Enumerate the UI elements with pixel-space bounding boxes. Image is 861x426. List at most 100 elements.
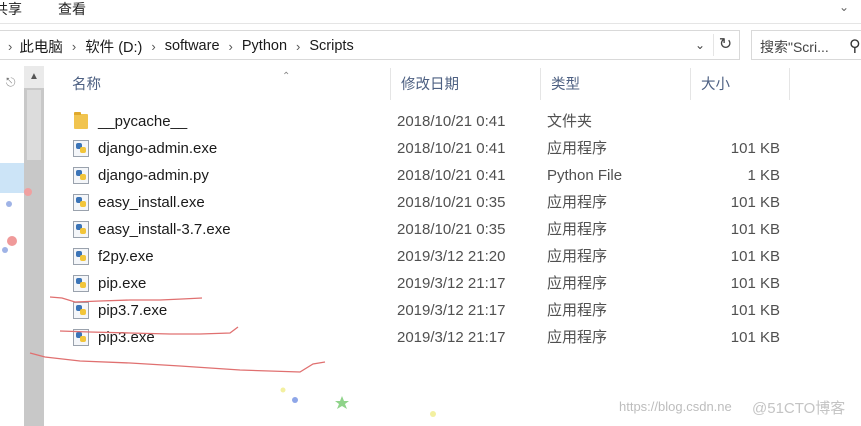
dot-mark xyxy=(430,411,436,417)
search-input[interactable]: 搜索"Scri... xyxy=(760,37,829,57)
breadcrumb-scripts[interactable]: Scripts xyxy=(309,38,353,54)
python-file-icon xyxy=(73,167,89,184)
python-file-icon xyxy=(73,248,89,265)
python-file-icon xyxy=(73,140,89,157)
file-type: 文件夹 xyxy=(547,113,593,130)
column-header-date[interactable]: 修改日期 xyxy=(390,68,540,100)
file-modified-date: 2019/3/12 21:17 xyxy=(397,275,506,292)
nav-selected-item[interactable] xyxy=(0,163,24,193)
file-row[interactable]: pip.exe 2019/3/12 21:17 应用程序 101 KB xyxy=(62,270,792,297)
navigation-pane: ⎋ xyxy=(0,66,24,426)
file-size: 101 KB xyxy=(730,194,780,211)
file-type: 应用程序 xyxy=(547,275,608,292)
star-mark xyxy=(335,396,349,409)
dot-mark xyxy=(280,387,286,393)
python-file-icon xyxy=(73,275,89,292)
file-name: pip.exe xyxy=(98,275,147,292)
file-row[interactable]: f2py.exe 2019/3/12 21:20 应用程序 101 KB xyxy=(62,243,792,270)
folder-icon xyxy=(72,108,90,135)
refresh-icon[interactable]: ↻ xyxy=(713,34,737,56)
folder-icon xyxy=(74,112,88,129)
file-size: 101 KB xyxy=(730,275,780,292)
column-header-type[interactable]: 类型 xyxy=(540,68,690,100)
python-file-icon xyxy=(73,221,89,238)
chevron-down-icon[interactable]: ⌄ xyxy=(839,0,849,14)
file-list: __pycache__ 2018/10/21 0:41 文件夹 django-admi… xyxy=(62,108,792,351)
file-size: 1 KB xyxy=(747,167,780,184)
chevron-right-icon[interactable]: › xyxy=(296,39,300,54)
scrollbar-thumb[interactable] xyxy=(27,90,41,160)
search-box[interactable]: 搜索"Scri... ⚲ xyxy=(751,30,861,60)
file-modified-date: 2018/10/21 0:41 xyxy=(397,140,506,157)
python-file-icon xyxy=(73,329,89,346)
sort-ascending-icon: ⌃ xyxy=(282,71,291,82)
file-type: 应用程序 xyxy=(547,194,608,211)
python-file-icon xyxy=(72,189,90,216)
file-name: django-admin.exe xyxy=(98,140,218,157)
breadcrumb-this-pc[interactable]: 此电脑 xyxy=(19,36,63,57)
chevron-right-icon[interactable]: › xyxy=(151,39,155,54)
watermark-url: https://blog.csdn.ne xyxy=(619,399,732,414)
python-file-icon xyxy=(72,162,90,189)
file-modified-date: 2018/10/21 0:35 xyxy=(397,221,506,238)
file-size: 101 KB xyxy=(730,329,780,346)
file-row[interactable]: easy_install.exe 2018/10/21 0:35 应用程序 101 K… xyxy=(62,189,792,216)
file-name: pip3.exe xyxy=(98,329,155,346)
file-modified-date: 2019/3/12 21:17 xyxy=(397,329,506,346)
chevron-right-icon[interactable]: › xyxy=(229,39,233,54)
address-history-chevron-icon[interactable]: ⌄ xyxy=(690,35,710,55)
python-file-icon xyxy=(72,135,90,162)
search-icon[interactable]: ⚲ xyxy=(849,36,861,56)
file-size: 101 KB xyxy=(730,248,780,265)
file-size: 101 KB xyxy=(730,302,780,319)
file-type: 应用程序 xyxy=(547,140,608,157)
address-bar[interactable]: › 此电脑 › 软件 (D:) › software › Python › Sc… xyxy=(0,30,740,60)
file-name: f2py.exe xyxy=(98,248,154,265)
file-name: pip3.7.exe xyxy=(98,302,168,319)
ribbon-tabs: 共享 查看 ⌄ xyxy=(0,0,861,24)
file-size xyxy=(690,108,780,135)
chevron-right-icon[interactable]: › xyxy=(8,39,12,54)
python-file-icon xyxy=(73,194,89,211)
file-row[interactable]: django-admin.exe 2018/10/21 0:41 应用程序 101 K… xyxy=(62,135,792,162)
file-name: easy_install-3.7.exe xyxy=(98,221,231,238)
file-modified-date: 2018/10/21 0:35 xyxy=(397,194,506,211)
dot-mark xyxy=(292,397,298,403)
file-name: __pycache__ xyxy=(98,113,188,130)
watermark-logo: @51CTO博客 xyxy=(752,400,846,417)
python-file-icon xyxy=(72,324,90,351)
file-type: 应用程序 xyxy=(547,221,608,238)
scroll-up-icon[interactable]: ▲ xyxy=(24,66,44,88)
file-type: 应用程序 xyxy=(547,248,608,265)
address-row: › 此电脑 › 软件 (D:) › software › Python › Sc… xyxy=(0,30,861,60)
python-file-icon xyxy=(72,297,90,324)
file-row[interactable]: pip3.exe 2019/3/12 21:17 应用程序 101 KB xyxy=(62,324,792,351)
breadcrumb-python[interactable]: Python xyxy=(242,38,287,54)
file-name: easy_install.exe xyxy=(98,194,205,211)
breadcrumb-drive-d[interactable]: 软件 (D:) xyxy=(85,36,142,57)
column-header-size[interactable]: 大小 xyxy=(690,68,790,100)
file-type: 应用程序 xyxy=(547,302,608,319)
column-header-row: 名称 ⌃ 修改日期 类型 大小 xyxy=(62,68,792,100)
file-size: 101 KB xyxy=(730,140,780,157)
file-type: 应用程序 xyxy=(547,329,608,346)
file-modified-date: 2018/10/21 0:41 xyxy=(397,113,506,130)
file-modified-date: 2018/10/21 0:41 xyxy=(397,167,506,184)
navigation-scrollbar[interactable]: ▲ xyxy=(24,66,44,426)
breadcrumb-software[interactable]: software xyxy=(165,38,220,54)
tab-view[interactable]: 查看 xyxy=(58,0,86,18)
file-type: Python File xyxy=(547,167,623,184)
chevron-right-icon[interactable]: › xyxy=(72,39,76,54)
column-header-name-label: 名称 xyxy=(72,77,101,93)
column-header-name[interactable]: 名称 ⌃ xyxy=(62,68,390,100)
python-file-icon xyxy=(72,216,90,243)
pin-icon[interactable]: ⎋ xyxy=(6,75,16,90)
file-row[interactable]: django-admin.py 2018/10/21 0:41 Python Fil… xyxy=(62,162,792,189)
file-row[interactable]: __pycache__ 2018/10/21 0:41 文件夹 xyxy=(62,108,792,135)
file-row[interactable]: pip3.7.exe 2019/3/12 21:17 应用程序 101 KB xyxy=(62,297,792,324)
file-name: django-admin.py xyxy=(98,167,209,184)
file-row[interactable]: easy_install-3.7.exe 2018/10/21 0:35 应用程序 1… xyxy=(62,216,792,243)
python-file-icon xyxy=(72,243,90,270)
file-modified-date: 2019/3/12 21:17 xyxy=(397,302,506,319)
tab-share[interactable]: 共享 xyxy=(0,0,22,18)
